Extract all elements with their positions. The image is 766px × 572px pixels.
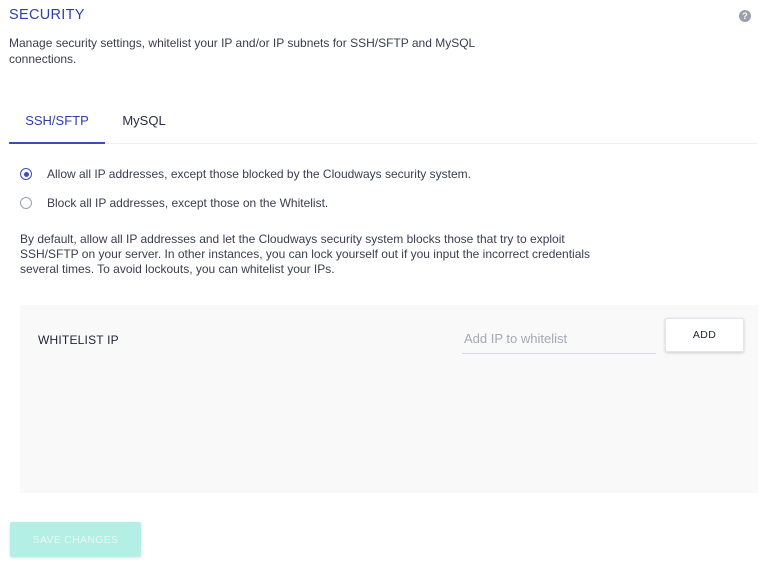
info-text: By default, allow all IP addresses and l…	[20, 232, 591, 276]
tab-bar: SSH/SFTP MySQL	[9, 102, 757, 144]
whitelist-panel: WHITELIST IP ADD	[20, 305, 758, 493]
page-description: Manage security settings, whitelist your…	[9, 36, 475, 66]
allow-all-ip-label: Allow all IP addresses, except those blo…	[47, 167, 471, 181]
help-icon[interactable]: ?	[739, 10, 751, 22]
block-all-ip-label: Block all IP addresses, except those on …	[47, 196, 329, 210]
block-all-ip-radio[interactable]	[20, 197, 32, 209]
tab-ssh-sftp[interactable]: SSH/SFTP	[9, 102, 105, 144]
whitelist-title: WHITELIST IP	[38, 333, 119, 347]
allow-all-ip-option[interactable]: Allow all IP addresses, except those blo…	[20, 165, 471, 183]
page-title: SECURITY	[9, 7, 85, 23]
allow-all-ip-radio[interactable]	[20, 168, 32, 180]
tab-mysql[interactable]: MySQL	[113, 102, 175, 142]
save-changes-button[interactable]: SAVE CHANGES	[10, 522, 141, 557]
whitelist-ip-input[interactable]	[462, 323, 656, 354]
block-all-ip-option[interactable]: Block all IP addresses, except those on …	[20, 194, 328, 212]
add-ip-button[interactable]: ADD	[665, 318, 744, 352]
